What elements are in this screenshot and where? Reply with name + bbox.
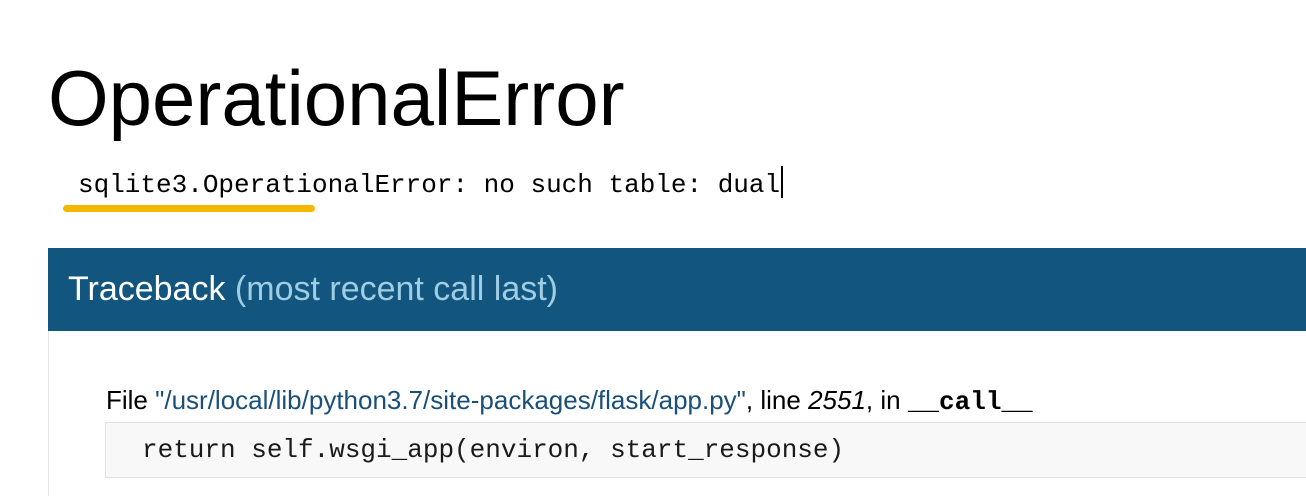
traceback-subheading: (most recent call last) — [234, 270, 559, 308]
frame-location: File "/usr/local/lib/python3.7/site-pack… — [106, 383, 1033, 419]
error-message[interactable]: sqlite3.OperationalError: no such table:… — [78, 166, 784, 204]
frame-source-code: return self.wsgi_app(environ, start_resp… — [142, 435, 845, 465]
traceback-title: Traceback (most recent call last) — [68, 268, 558, 310]
frame-line-number: 2551 — [808, 385, 866, 415]
frame-function-name: __call__ — [907, 387, 1033, 417]
frame-file-path: "/usr/local/lib/python3.7/site-packages/… — [155, 385, 746, 415]
frame-file-label: File — [106, 385, 156, 415]
text-cursor — [781, 166, 784, 198]
traceback-header: Traceback (most recent call last) — [48, 248, 1306, 331]
error-title: OperationalError — [48, 54, 625, 142]
error-message-text[interactable]: sqlite3.OperationalError: no such table:… — [78, 170, 780, 200]
frame-line-label: , line — [745, 385, 809, 415]
traceback-body: File "/usr/local/lib/python3.7/site-pack… — [48, 331, 1306, 496]
frame-func-label: , in — [865, 385, 908, 415]
error-page: OperationalError sqlite3.OperationalErro… — [0, 0, 1306, 496]
frame-source-box[interactable]: return self.wsgi_app(environ, start_resp… — [105, 422, 1306, 478]
highlight-underline — [63, 205, 315, 212]
traceback-heading: Traceback — [68, 270, 226, 308]
